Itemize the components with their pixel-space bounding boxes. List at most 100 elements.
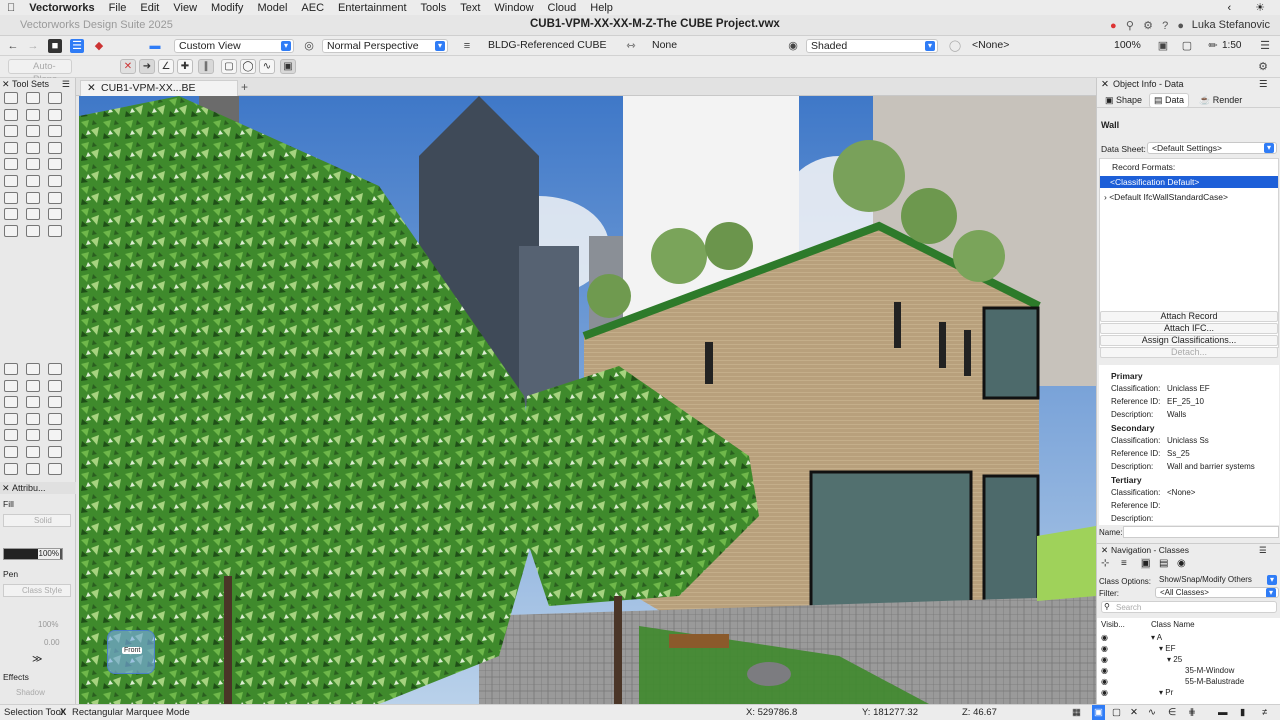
menu-icon[interactable]: ☰ bbox=[62, 78, 70, 90]
projection-icon[interactable]: ◎ bbox=[302, 39, 316, 53]
tool-icon[interactable] bbox=[26, 208, 40, 221]
snap-grid-icon[interactable]: ✕ bbox=[120, 59, 136, 74]
tool-icon[interactable] bbox=[26, 141, 40, 154]
tab-render[interactable]: ☕ Render bbox=[1199, 95, 1242, 106]
visibility-eye-icon[interactable]: ◉ bbox=[1101, 677, 1108, 686]
menu-modify[interactable]: Modify bbox=[204, 2, 250, 14]
document-tab[interactable]: ✕CUB1-VPM-XX...BE Project.vwx bbox=[80, 80, 238, 109]
new-tab-icon[interactable]: + bbox=[241, 80, 248, 94]
layer-options-icon[interactable]: ◯ bbox=[948, 39, 962, 53]
network-icon[interactable]: ⊹ bbox=[1101, 558, 1109, 569]
tab-data[interactable]: ▤ Data bbox=[1149, 93, 1190, 108]
snap-status-icon[interactable]: ▬ bbox=[1218, 705, 1228, 720]
gear-icon[interactable]: ⚙ bbox=[1143, 20, 1153, 32]
view-cube[interactable]: Front bbox=[107, 630, 155, 674]
menu-cloud[interactable]: Cloud bbox=[541, 2, 584, 14]
grid-icon[interactable]: ▦ bbox=[1072, 705, 1081, 720]
close-icon[interactable]: ✕ bbox=[2, 78, 10, 90]
tool-icon[interactable] bbox=[26, 191, 40, 204]
snap-status-icon[interactable]: ∈ bbox=[1168, 705, 1176, 720]
tool-icon[interactable] bbox=[26, 125, 40, 138]
tool-icon[interactable] bbox=[26, 108, 40, 121]
tool-icon[interactable] bbox=[48, 412, 62, 425]
viewports-icon[interactable]: ◉ bbox=[1177, 558, 1186, 569]
class-search-input[interactable]: ⚲ Search bbox=[1101, 601, 1277, 613]
visibility-eye-icon[interactable]: ◉ bbox=[1101, 666, 1108, 675]
tool-icon[interactable] bbox=[4, 446, 18, 458]
snap-intersection-icon[interactable]: ✚ bbox=[177, 59, 193, 74]
tool-icon[interactable] bbox=[26, 175, 40, 187]
shadow-toggle[interactable]: Shadow bbox=[16, 688, 45, 697]
name-input[interactable] bbox=[1123, 526, 1279, 538]
tool-icon[interactable] bbox=[26, 224, 40, 237]
user-icon[interactable]: ● bbox=[1177, 20, 1184, 32]
filter-select[interactable]: <All Classes> ▾ bbox=[1155, 587, 1279, 598]
attach-record-button[interactable]: Attach Record bbox=[1100, 311, 1278, 322]
zoom-field[interactable]: 100% bbox=[1110, 39, 1150, 53]
snap-status-icon[interactable]: ⋕ bbox=[1188, 705, 1196, 720]
fill-style-select[interactable]: Solid bbox=[3, 514, 71, 527]
tool-icon[interactable] bbox=[4, 379, 18, 392]
screen-plane-icon[interactable]: ■ bbox=[48, 39, 62, 53]
class-icon[interactable]: ⇿ bbox=[624, 39, 638, 53]
class-select[interactable]: None bbox=[648, 39, 774, 53]
snap-distance-icon[interactable]: ∥ bbox=[198, 59, 214, 74]
3d-flyover-icon[interactable]: ◆ bbox=[92, 39, 106, 53]
menu-tools[interactable]: Tools bbox=[414, 2, 454, 14]
chevron-left-icon[interactable]: ‹ bbox=[1220, 2, 1238, 14]
drawing-viewport[interactable]: Front bbox=[79, 96, 1096, 704]
menu-aec[interactable]: AEC bbox=[294, 2, 331, 14]
menu-edit[interactable]: Edit bbox=[133, 2, 166, 14]
menu-view[interactable]: View bbox=[166, 2, 204, 14]
tool-icon[interactable] bbox=[4, 158, 18, 171]
table-row[interactable]: 35-M-Window bbox=[1185, 666, 1234, 675]
fit-to-window-icon[interactable]: ▣ bbox=[1156, 39, 1170, 53]
record-item-selected[interactable]: <Classification Default> bbox=[1100, 176, 1278, 188]
pen-style-select[interactable]: Class Style bbox=[3, 584, 71, 597]
tool-icon[interactable] bbox=[26, 446, 40, 458]
tool-icon[interactable] bbox=[4, 108, 18, 121]
tool-icon[interactable] bbox=[48, 92, 62, 104]
brightness-icon[interactable]: ☀ bbox=[1248, 1, 1272, 14]
tool-icon[interactable] bbox=[48, 224, 62, 237]
snap-angle-icon[interactable]: ∠ bbox=[158, 59, 174, 74]
tool-icon[interactable] bbox=[26, 363, 40, 375]
user-name[interactable]: Luka Stefanovic bbox=[1192, 19, 1270, 31]
menu-entertainment[interactable]: Entertainment bbox=[331, 2, 413, 14]
tool-icon[interactable] bbox=[48, 108, 62, 121]
pen-opacity-value[interactable]: 100% bbox=[38, 620, 58, 629]
class-options-select[interactable]: Show/Snap/Modify Others ▾ bbox=[1155, 575, 1279, 586]
ruler-icon[interactable]: ✏ bbox=[1206, 39, 1220, 53]
visibility-eye-icon[interactable]: ◉ bbox=[1101, 633, 1108, 642]
back-icon[interactable]: ← bbox=[6, 39, 20, 53]
snap-rect-icon[interactable]: ▢ bbox=[221, 59, 237, 74]
tool-icon[interactable] bbox=[48, 429, 62, 442]
snap-settings-icon[interactable]: ▣ bbox=[280, 59, 296, 74]
tab-shape[interactable]: ▣ Shape bbox=[1105, 95, 1142, 106]
menu-model[interactable]: Model bbox=[250, 2, 294, 14]
autoplane-toggle[interactable]: Auto-Plane bbox=[8, 59, 72, 85]
tool-icon[interactable] bbox=[48, 446, 62, 458]
render-mode-select[interactable]: Shaded ▾ bbox=[806, 39, 938, 53]
tool-icon[interactable] bbox=[4, 141, 18, 154]
render-mode-icon[interactable]: ◉ bbox=[786, 39, 800, 53]
close-icon[interactable]: ✕ bbox=[87, 81, 96, 96]
zoom-icon[interactable]: ▢ bbox=[1180, 39, 1194, 53]
table-row[interactable]: ▾ EF bbox=[1159, 644, 1175, 653]
table-row[interactable]: ▾ A bbox=[1151, 633, 1162, 642]
snap-status-icon[interactable]: ▢ bbox=[1112, 705, 1121, 720]
visibility-eye-icon[interactable]: ◉ bbox=[1101, 644, 1108, 653]
menu-file[interactable]: File bbox=[102, 2, 134, 14]
menu-help[interactable]: Help bbox=[583, 2, 620, 14]
close-icon[interactable]: ✕ bbox=[2, 482, 10, 494]
tool-icon[interactable] bbox=[4, 412, 18, 425]
tool-icon[interactable] bbox=[26, 379, 40, 392]
tool-icon[interactable] bbox=[48, 175, 62, 187]
line-type-icon[interactable]: ≫ bbox=[32, 654, 42, 665]
help-icon[interactable]: ? bbox=[1162, 20, 1168, 32]
tool-icon[interactable] bbox=[48, 462, 62, 475]
layer-stack-icon[interactable]: ≡ bbox=[460, 39, 474, 53]
sheet-layers-icon[interactable]: ▤ bbox=[1159, 558, 1168, 569]
close-icon[interactable]: ✕ bbox=[1101, 79, 1109, 90]
detach-button[interactable]: Detach... bbox=[1100, 347, 1278, 358]
